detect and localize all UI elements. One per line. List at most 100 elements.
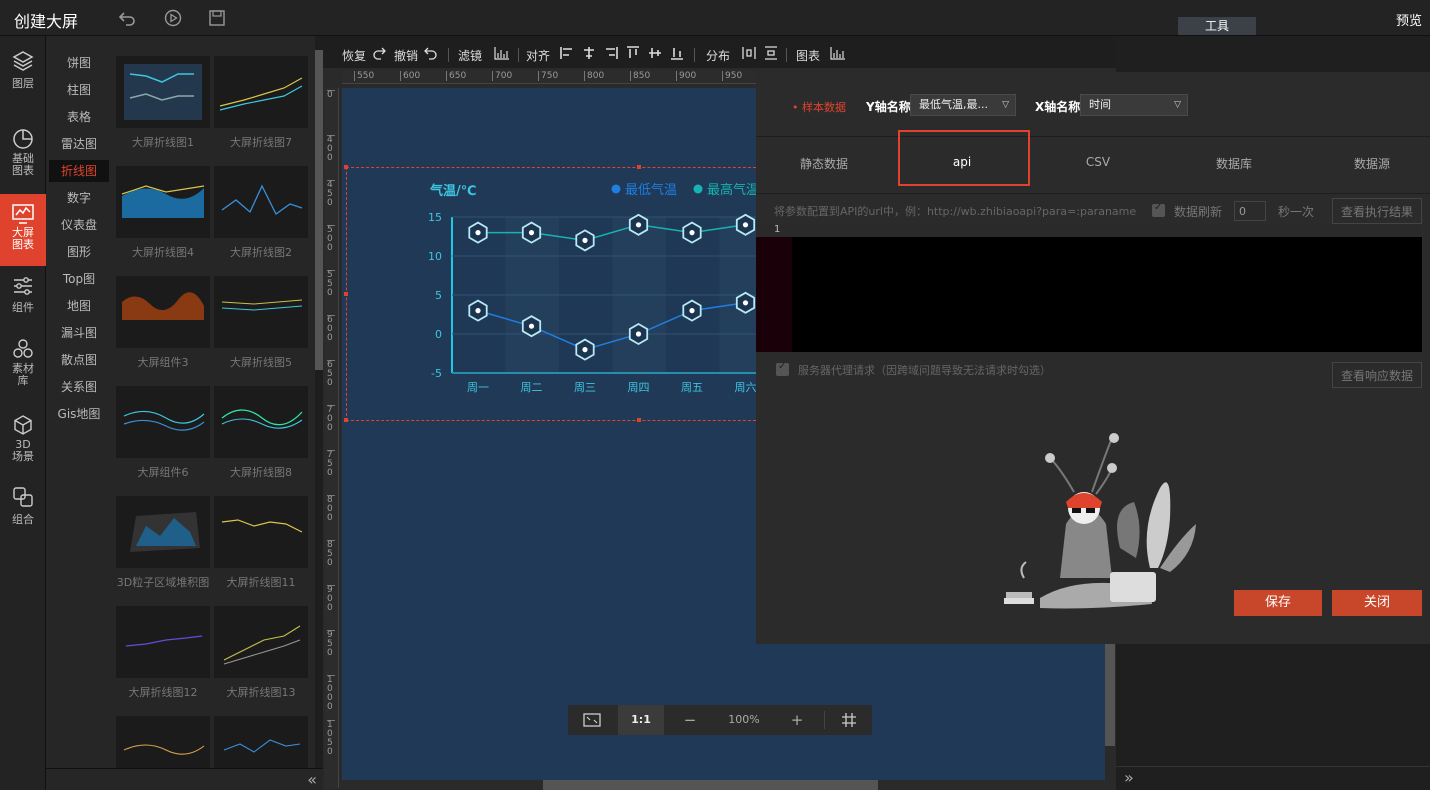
thumbnail-line-13[interactable] xyxy=(214,606,308,678)
category-item[interactable]: 饼图 xyxy=(49,52,109,74)
ruler-tick-label: 550 xyxy=(327,270,335,298)
tab-database[interactable]: 数据库 xyxy=(1206,155,1262,172)
category-item[interactable]: 表格 xyxy=(49,106,109,128)
category-item[interactable]: 数字 xyxy=(49,187,109,209)
thumbnail-line-5[interactable] xyxy=(214,276,308,348)
back-icon[interactable] xyxy=(118,9,136,27)
canvas-vertical-scrollbar[interactable] xyxy=(1105,640,1115,746)
ruler-tick-label: 500 xyxy=(327,225,335,253)
resize-handle-left[interactable] xyxy=(344,292,348,296)
rail-item-basic-charts[interactable]: 基础图表 xyxy=(0,128,46,184)
bar-chart-icon[interactable] xyxy=(494,46,510,60)
chart-button[interactable]: 图表 xyxy=(796,47,820,64)
fit-screen-button[interactable] xyxy=(568,705,616,735)
actual-size-button[interactable]: 1:1 xyxy=(618,705,664,735)
zoom-out-button[interactable]: − xyxy=(672,705,708,735)
thumbnail-line-12[interactable] xyxy=(116,606,210,678)
undo-icon[interactable] xyxy=(424,46,438,60)
thumbnail-line-more-2[interactable] xyxy=(214,716,308,768)
thumbnail-line-more-1[interactable] xyxy=(116,716,210,768)
category-item-active[interactable]: 折线图 xyxy=(49,160,109,182)
category-item[interactable]: Gis地图 xyxy=(49,403,109,425)
redo-icon[interactable] xyxy=(372,46,386,60)
category-item[interactable]: 漏斗图 xyxy=(49,322,109,344)
distribute-v-icon[interactable] xyxy=(764,46,778,60)
editor-active-line xyxy=(756,224,1422,237)
distribute-h-icon[interactable] xyxy=(742,46,756,60)
view-exec-result-button[interactable]: 查看执行结果 xyxy=(1332,198,1422,224)
category-item[interactable]: 柱图 xyxy=(49,79,109,101)
category-item[interactable]: 仪表盘 xyxy=(49,214,109,236)
rail-item-components[interactable]: 组件 xyxy=(0,276,46,320)
thumbnail-label: 大屏组件3 xyxy=(137,356,189,369)
y-axis-name-select[interactable]: 最低气温,最... ▽ xyxy=(910,94,1016,116)
resize-handle-bottom-left[interactable] xyxy=(344,418,348,422)
resize-handle-top-left[interactable] xyxy=(344,165,348,169)
chart-bars-icon[interactable] xyxy=(830,46,846,60)
group-icon xyxy=(13,487,33,507)
align-center-v-icon[interactable] xyxy=(648,46,662,60)
undo-button[interactable]: 撤销 xyxy=(394,47,418,64)
sliders-icon xyxy=(14,277,32,295)
proxy-checkbox[interactable] xyxy=(776,361,789,376)
collapse-left-icon[interactable]: « xyxy=(307,770,317,789)
tab-static-data[interactable]: 静态数据 xyxy=(796,155,852,172)
collapse-right-icon[interactable]: » xyxy=(1124,768,1134,787)
category-item[interactable]: 散点图 xyxy=(49,349,109,371)
save-button[interactable]: 保存 xyxy=(1234,590,1322,616)
rail-item-screen-charts[interactable]: 大屏图表 xyxy=(0,194,46,266)
grid-toggle-button[interactable] xyxy=(830,705,868,735)
align-right-icon[interactable] xyxy=(604,46,618,60)
category-item[interactable]: 雷达图 xyxy=(49,133,109,155)
category-item[interactable]: Top图 xyxy=(49,268,109,290)
tools-tab[interactable]: 工具 xyxy=(1178,17,1256,35)
thumbnail-line-2[interactable] xyxy=(214,166,308,238)
align-top-icon[interactable] xyxy=(626,46,640,60)
refresh-interval-input[interactable] xyxy=(1234,201,1266,221)
rail-label: 组合 xyxy=(12,513,34,526)
ruler-tick-label: 750 xyxy=(327,450,335,478)
rail-item-layers[interactable]: 图层 xyxy=(0,50,46,98)
refresh-checkbox[interactable] xyxy=(1152,202,1165,217)
filter-button[interactable]: 滤镜 xyxy=(458,47,482,64)
close-button[interactable]: 关闭 xyxy=(1332,590,1422,616)
align-button[interactable]: 对齐 xyxy=(526,47,550,64)
preview-button[interactable]: 预览 xyxy=(1396,10,1422,29)
x-axis-name-select[interactable]: 时间 ▽ xyxy=(1080,94,1188,116)
save-disk-icon[interactable] xyxy=(208,9,226,27)
rail-item-group[interactable]: 组合 xyxy=(0,486,46,530)
category-item[interactable]: 关系图 xyxy=(49,376,109,398)
canvas-horizontal-scrollbar[interactable] xyxy=(543,780,878,790)
code-editor[interactable]: 1 xyxy=(756,224,1422,352)
thumbnail-line-4[interactable] xyxy=(116,166,210,238)
sample-data-label[interactable]: • 样本数据 xyxy=(792,99,846,115)
zoom-in-button[interactable]: + xyxy=(780,705,814,735)
line-number: 1 xyxy=(774,224,781,235)
align-bottom-icon[interactable] xyxy=(670,46,684,60)
distribute-button[interactable]: 分布 xyxy=(706,47,730,64)
rail-item-materials[interactable]: 素材库 xyxy=(0,338,46,396)
thumbnail-line-7[interactable] xyxy=(214,56,308,128)
selection-box[interactable] xyxy=(344,165,766,422)
resize-handle-top[interactable] xyxy=(637,165,641,169)
play-icon[interactable] xyxy=(164,9,182,27)
align-center-h-icon[interactable] xyxy=(582,46,596,60)
align-left-icon[interactable] xyxy=(560,46,574,60)
thumbnail-scrollbar[interactable] xyxy=(315,50,323,370)
redo-button[interactable]: 恢复 xyxy=(342,47,366,64)
thumbnail-component-3[interactable] xyxy=(116,276,210,348)
thumbnail-component-6[interactable] xyxy=(116,386,210,458)
tab-datasource[interactable]: 数据源 xyxy=(1344,155,1400,172)
tab-csv[interactable]: CSV xyxy=(1070,155,1126,169)
thumbnail-line-1[interactable] xyxy=(116,56,210,128)
category-item[interactable]: 地图 xyxy=(49,295,109,317)
thumbnail-3d-particle-area[interactable] xyxy=(116,496,210,568)
resize-handle-bottom[interactable] xyxy=(637,418,641,422)
thumbnail-line-11[interactable] xyxy=(214,496,308,568)
toolbar-divider xyxy=(786,48,787,62)
category-item[interactable]: 图形 xyxy=(49,241,109,263)
ruler-tick-label: 850 xyxy=(327,540,335,568)
rail-item-3d-scene[interactable]: 3D场景 xyxy=(0,414,46,470)
view-response-button[interactable]: 查看响应数据 xyxy=(1332,362,1422,388)
thumbnail-line-8[interactable] xyxy=(214,386,308,458)
